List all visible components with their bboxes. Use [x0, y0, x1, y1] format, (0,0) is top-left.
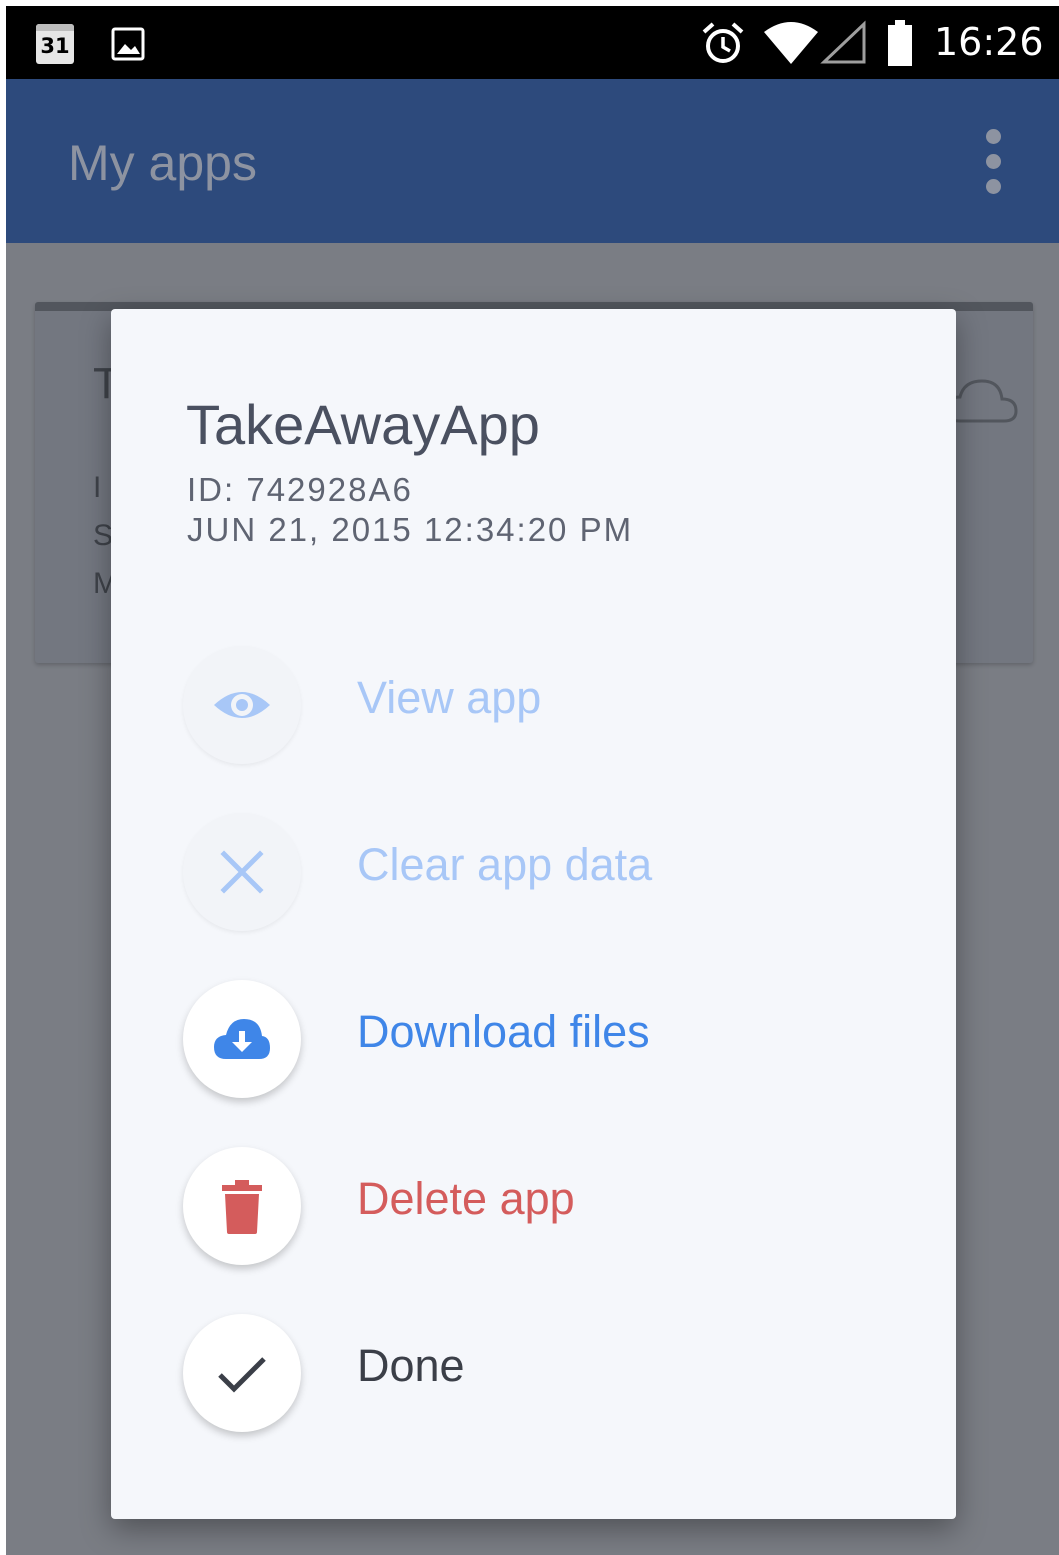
close-icon — [220, 850, 264, 894]
download-files-button[interactable]: Download files — [183, 980, 883, 1104]
app-actions-dialog: TakeAwayApp ID: 742928A6 JUN 21, 2015 12… — [111, 309, 956, 1519]
check-icon — [218, 1357, 266, 1393]
signal-icon — [820, 20, 866, 64]
delete-app-circle — [183, 1147, 301, 1265]
screen: 31 16:26 My apps T I S M TakeAwayApp ID:… — [6, 6, 1059, 1555]
image-icon — [111, 27, 145, 61]
view-app-circle — [183, 646, 301, 764]
card-line-fragment: S — [93, 519, 114, 552]
battery-icon — [888, 20, 912, 66]
eye-icon — [214, 692, 270, 718]
done-circle — [183, 1314, 301, 1432]
app-id: ID: 742928A6 — [187, 471, 413, 508]
status-time: 16:26 — [934, 20, 1044, 64]
status-bar: 31 16:26 — [6, 6, 1059, 79]
dialog-title: TakeAwayApp — [186, 393, 540, 456]
trash-icon — [222, 1180, 262, 1234]
app-title: My apps — [68, 135, 257, 191]
cloud-download-icon — [214, 1019, 270, 1059]
menu-dot — [986, 179, 1001, 194]
app-date: JUN 21, 2015 12:34:20 PM — [187, 511, 634, 548]
wifi-icon — [764, 22, 818, 64]
app-bar: My apps — [6, 79, 1059, 243]
done-label: Done — [357, 1340, 465, 1391]
more-vertical-icon[interactable] — [974, 127, 1014, 197]
delete-app-button[interactable]: Delete app — [183, 1147, 883, 1271]
done-button[interactable]: Done — [183, 1314, 883, 1438]
card-line-fragment: I — [93, 471, 102, 504]
view-app-button[interactable]: View app — [183, 646, 883, 770]
delete-app-label: Delete app — [357, 1173, 575, 1224]
clear-app-data-label: Clear app data — [357, 839, 653, 890]
calendar-icon: 31 — [36, 24, 74, 64]
calendar-day: 31 — [40, 34, 70, 58]
view-app-label: View app — [357, 672, 542, 723]
clear-app-data-circle — [183, 813, 301, 931]
alarm-icon — [702, 22, 744, 63]
clear-app-data-button[interactable]: Clear app data — [183, 813, 883, 937]
download-files-label: Download files — [357, 1006, 650, 1057]
download-files-circle — [183, 980, 301, 1098]
menu-dot — [986, 154, 1001, 169]
menu-dot — [986, 129, 1001, 144]
